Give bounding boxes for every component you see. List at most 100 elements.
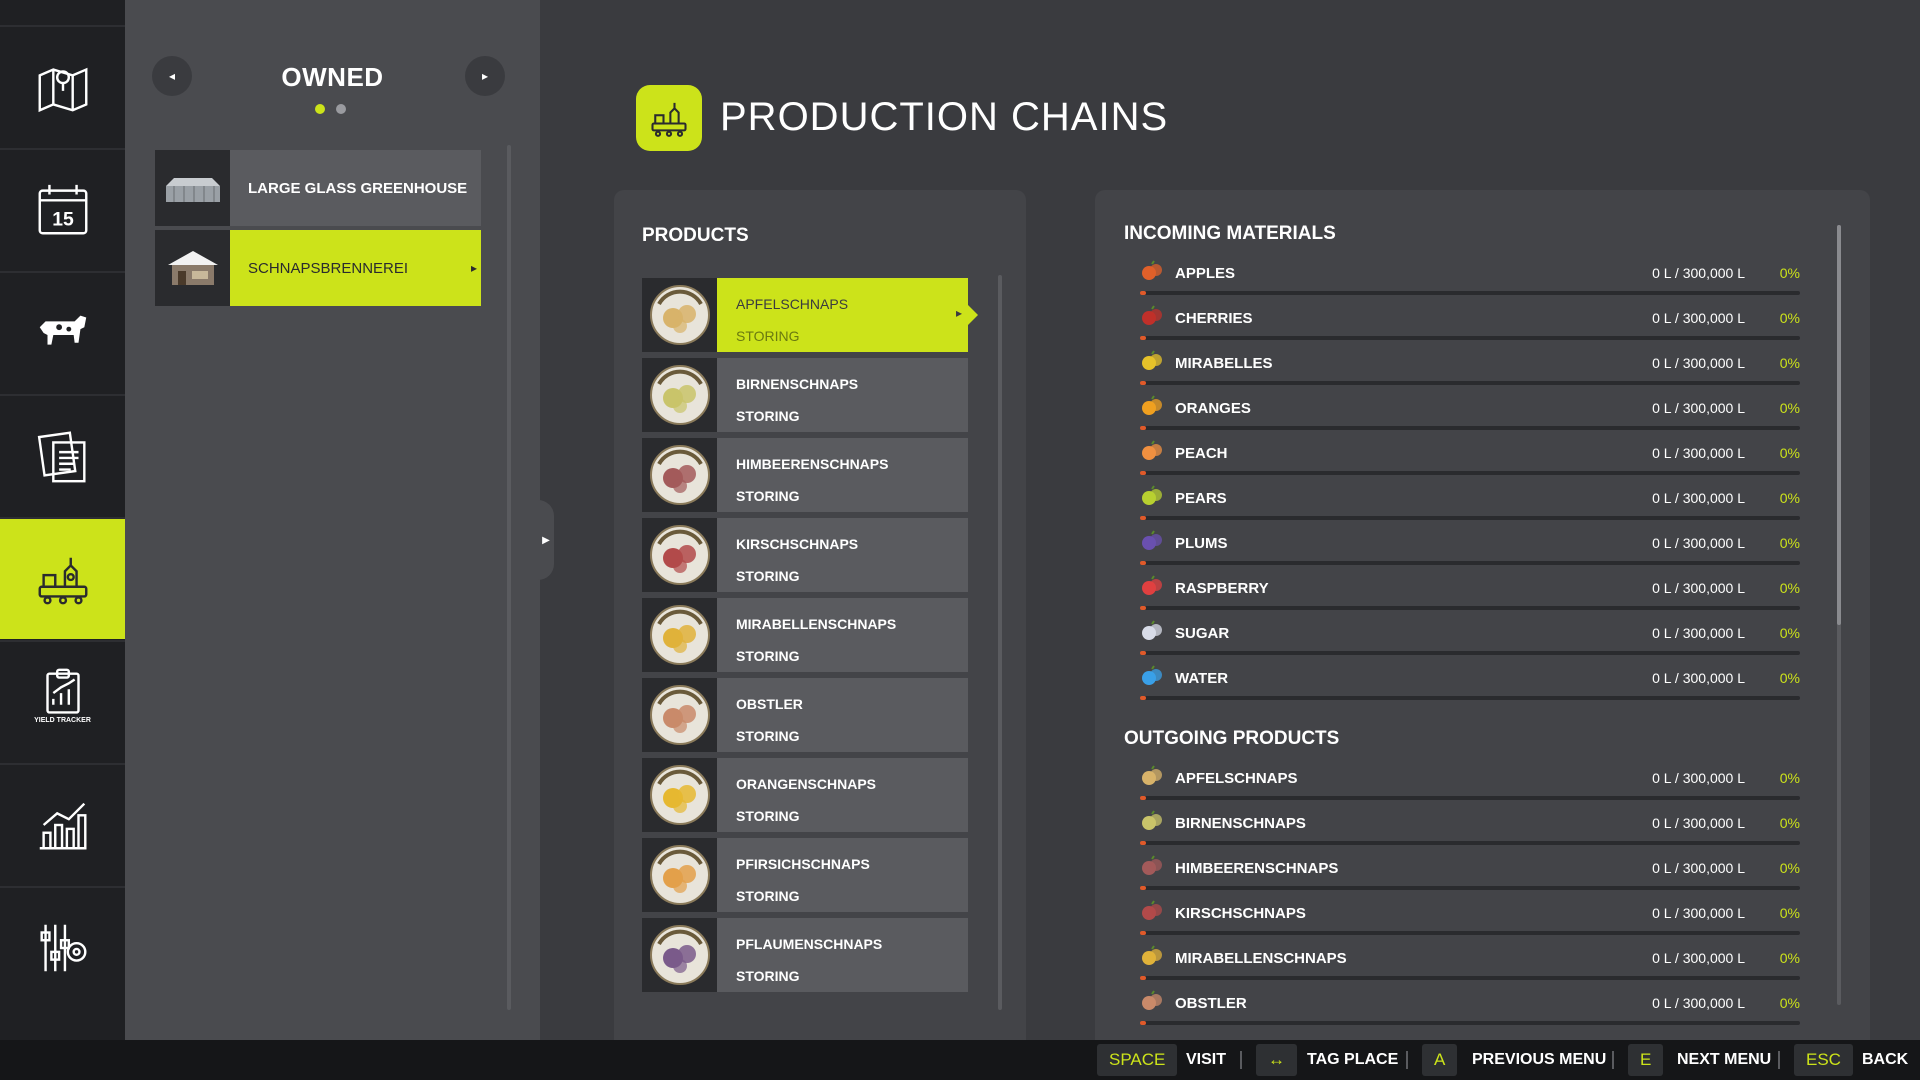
fill-level	[1140, 976, 1146, 980]
page-dot-active[interactable]	[315, 104, 325, 114]
incoming-name: APPLES	[1175, 265, 1236, 282]
incoming-name: PLUMS	[1175, 535, 1228, 552]
incoming-item: APPLES 0 L / 300,000 L 0%	[1140, 260, 1800, 300]
apple-icon	[1140, 260, 1164, 284]
product-name: BIRNENSCHNAPS	[736, 376, 859, 392]
page-dot[interactable]	[336, 104, 346, 114]
footer-divider	[1406, 1051, 1408, 1069]
products-scrollbar[interactable]	[998, 275, 1002, 1010]
incoming-amount: 0 L / 300,000 L	[1652, 670, 1745, 686]
owned-scrollbar[interactable]	[507, 145, 511, 1010]
product-item[interactable]: BIRNENSCHNAPS STORING	[642, 358, 968, 432]
outgoing-item: KIRSCHSCHNAPS 0 L / 300,000 L 0%	[1140, 900, 1800, 940]
fill-level-bar	[1140, 1021, 1800, 1025]
scrollbar-thumb[interactable]	[1837, 225, 1841, 625]
fill-level-bar	[1140, 516, 1800, 520]
key-hint-tag-place[interactable]: ↔	[1256, 1044, 1297, 1076]
incoming-amount: 0 L / 300,000 L	[1652, 535, 1745, 551]
fill-level-bar	[1140, 651, 1800, 655]
action-next-menu[interactable]: NEXT MENU	[1677, 1051, 1771, 1069]
key-hint-next-menu[interactable]: E	[1628, 1044, 1664, 1076]
footer-divider	[1240, 1051, 1242, 1069]
outgoing-amount: 0 L / 300,000 L	[1652, 770, 1745, 786]
product-item[interactable]: ORANGENSCHNAPS STORING	[642, 758, 968, 832]
key-hint-visit[interactable]: SPACE	[1097, 1044, 1178, 1076]
incoming-name: PEACH	[1175, 445, 1228, 462]
product-badge-icon	[642, 758, 717, 832]
mirabelles-icon	[1140, 350, 1164, 374]
materials-scrollbar[interactable]	[1837, 225, 1841, 1005]
product-item[interactable]: HIMBEERENSCHNAPS STORING	[642, 438, 968, 512]
product-text: PFIRSICHSCHNAPS STORING	[717, 838, 968, 912]
incoming-amount: 0 L / 300,000 L	[1652, 265, 1745, 281]
owned-item-schnapsbrennerei[interactable]: SCHNAPSBRENNEREI	[155, 230, 481, 306]
incoming-materials-title: INCOMING MATERIALS	[1124, 223, 1336, 244]
action-previous-menu[interactable]: PREVIOUS MENU	[1472, 1051, 1606, 1069]
owned-next-button[interactable]: ▸	[465, 56, 505, 96]
product-item[interactable]: OBSTLER STORING	[642, 678, 968, 752]
owned-item-label: SCHNAPSBRENNEREI	[230, 230, 481, 306]
nav-contracts[interactable]	[0, 394, 125, 516]
product-item[interactable]: KIRSCHSCHNAPS STORING	[642, 518, 968, 592]
incoming-percent: 0%	[1779, 580, 1800, 596]
product-text: OBSTLER STORING	[717, 678, 968, 752]
product-badge-icon	[642, 358, 717, 432]
nav-calendar[interactable]: 15	[0, 148, 125, 270]
key-hint-back[interactable]: ESC	[1794, 1044, 1853, 1076]
nav-production[interactable]	[0, 517, 135, 639]
incoming-percent: 0%	[1779, 535, 1800, 551]
product-status: STORING	[736, 328, 800, 344]
pear-icon	[1140, 485, 1164, 509]
key-hint-previous-menu[interactable]: A	[1422, 1044, 1458, 1076]
product-text: KIRSCHSCHNAPS STORING	[717, 518, 968, 592]
fill-level-bar	[1140, 291, 1800, 295]
action-visit[interactable]: VISIT	[1186, 1051, 1226, 1069]
nav-map[interactable]	[0, 25, 125, 147]
action-back[interactable]: BACK	[1862, 1051, 1908, 1069]
incoming-name: WATER	[1175, 670, 1229, 687]
nav-yield-tracker[interactable]: YIELD TRACKER	[0, 640, 125, 762]
water-drop-icon	[1140, 665, 1164, 689]
product-item[interactable]: MIRABELLENSCHNAPS STORING	[642, 598, 968, 672]
product-item[interactable]: PFIRSICHSCHNAPS STORING	[642, 838, 968, 912]
product-name: MIRABELLENSCHNAPS	[736, 616, 897, 632]
svg-text:15: 15	[52, 209, 74, 231]
products-title: PRODUCTS	[642, 225, 749, 246]
fill-level	[1140, 886, 1146, 890]
incoming-item: ORANGES 0 L / 300,000 L 0%	[1140, 395, 1800, 435]
yield-tracker-caption: YIELD TRACKER	[34, 717, 91, 724]
outgoing-amount: 0 L / 300,000 L	[1652, 815, 1745, 831]
product-status: STORING	[736, 408, 800, 424]
outgoing-name: HIMBEERENSCHNAPS	[1175, 860, 1339, 877]
collapse-panel-tab[interactable]: ▶	[538, 500, 554, 580]
nav-animals[interactable]	[0, 271, 125, 393]
incoming-item: WATER 0 L / 300,000 L 0%	[1140, 665, 1800, 705]
product-status: STORING	[736, 968, 800, 984]
outgoing-percent: 0%	[1779, 905, 1800, 921]
owned-item-greenhouse[interactable]: LARGE GLASS GREENHOUSE	[155, 150, 481, 226]
product-badge-icon	[642, 518, 717, 592]
fill-level-bar	[1140, 561, 1800, 565]
fill-level	[1140, 471, 1146, 475]
fill-level-bar	[1140, 471, 1800, 475]
himbeerenschnaps-icon	[1140, 855, 1164, 879]
incoming-percent: 0%	[1779, 490, 1800, 506]
fill-level-bar	[1140, 696, 1800, 700]
outgoing-amount: 0 L / 300,000 L	[1652, 950, 1745, 966]
product-item[interactable]: APFELSCHNAPS STORING ▸	[642, 278, 978, 352]
materials-panel: INCOMING MATERIALS APPLES 0 L / 300,000 L…	[1095, 190, 1870, 1040]
fill-level	[1140, 561, 1146, 565]
obstler-icon	[1140, 990, 1164, 1014]
incoming-name: CHERRIES	[1175, 310, 1253, 327]
incoming-percent: 0%	[1779, 625, 1800, 641]
nav-settings[interactable]	[0, 886, 125, 1008]
action-tag-place[interactable]: TAG PLACE	[1307, 1051, 1398, 1069]
product-name: ORANGENSCHNAPS	[736, 776, 877, 792]
product-status: STORING	[736, 888, 800, 904]
product-item[interactable]: PFLAUMENSCHNAPS STORING	[642, 918, 968, 992]
fill-level	[1140, 381, 1146, 385]
footer-divider	[1778, 1051, 1780, 1069]
incoming-percent: 0%	[1779, 400, 1800, 416]
product-name: PFLAUMENSCHNAPS	[736, 936, 883, 952]
nav-statistics[interactable]	[0, 763, 125, 885]
